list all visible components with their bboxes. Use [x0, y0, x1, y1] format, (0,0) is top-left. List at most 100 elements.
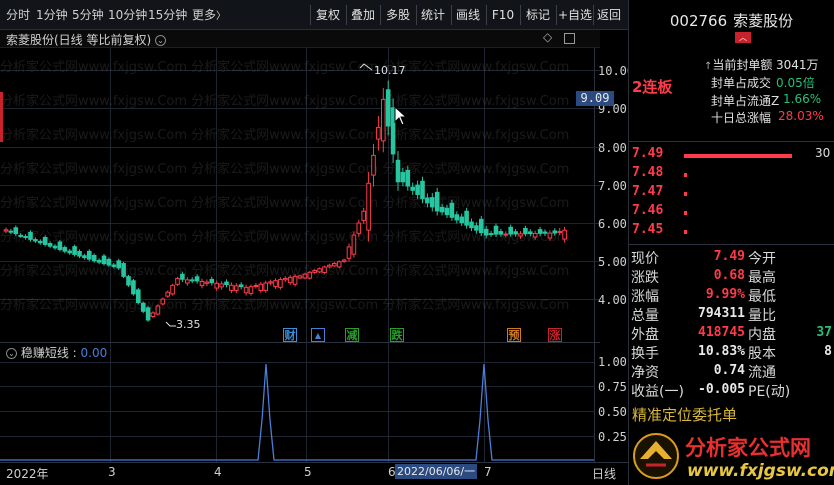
candle-body [371, 154, 376, 176]
candle-body [297, 275, 303, 279]
quote-label: 最低 [748, 289, 776, 305]
candle-body [96, 259, 102, 263]
ten-day-label: 十日总涨幅 [711, 111, 772, 125]
candle-body [33, 239, 38, 242]
candle-body [488, 233, 494, 236]
period-label[interactable]: 日线 [592, 465, 616, 482]
candle-body [381, 98, 386, 142]
signal-rise[interactable]: 涨 [548, 328, 562, 342]
indicator-level: 0.50 [598, 405, 627, 419]
draw-line-button[interactable]: 画线 [454, 4, 482, 26]
candle-body [67, 250, 73, 254]
candle-body [238, 284, 244, 288]
candle-body [204, 281, 210, 284]
candle-body [395, 159, 401, 183]
signal-triangle[interactable]: ▲ [311, 328, 325, 342]
candle-body [405, 169, 411, 187]
tab-10min[interactable]: 10分钟 [108, 0, 147, 30]
candle-body [263, 282, 268, 291]
candle-body [229, 284, 234, 291]
high-price-mark: 10.17 [374, 64, 406, 77]
candle-body [356, 222, 362, 234]
candle-body [552, 230, 558, 234]
quote-value: 37 [816, 325, 832, 340]
candle-body [420, 180, 425, 200]
quote-value: 8 [824, 344, 832, 359]
candle-body [508, 226, 513, 235]
candle-body [493, 225, 499, 235]
candle-body [106, 258, 112, 266]
candlestick-chart[interactable] [0, 48, 600, 340]
quote-value: 10.83% [698, 344, 745, 359]
candle-body [332, 263, 337, 267]
stock-code: 002766 [669, 12, 728, 30]
candle-body [160, 298, 166, 305]
signal-reduce[interactable]: 减 [345, 328, 359, 342]
tab-1min[interactable]: 1分钟 [36, 0, 68, 30]
tab-5min[interactable]: 5分钟 [72, 0, 104, 30]
tab-intraday[interactable]: 分时 [6, 0, 30, 30]
candle-body [23, 235, 28, 238]
logo-emblem-icon [633, 433, 679, 479]
low-price-mark: 3.35 [176, 318, 201, 331]
candle-body [121, 263, 126, 277]
quote-table: 现价 7.49 今开 涨跌 0.68 最高 涨幅 9.99% 最低 总量 794311 量比 外盘 418… [629, 247, 834, 400]
signal-fall[interactable]: 跌 [390, 328, 404, 342]
diamond-icon[interactable]: ◇ [543, 30, 552, 44]
seal-float-ratio: 1.66% [783, 92, 822, 106]
candle-body [219, 283, 224, 288]
candle-body [248, 286, 254, 294]
signal-forecast[interactable]: 预 [507, 328, 521, 342]
candle-body [140, 302, 146, 312]
mark-button[interactable]: 标记 [524, 4, 552, 26]
bid-price: 7.49 [632, 146, 664, 161]
tab-15min[interactable]: 15分钟 [148, 0, 187, 30]
candle-body [366, 182, 371, 231]
f10-button[interactable]: F10 [490, 4, 516, 26]
quote-label: 股本 [748, 346, 776, 362]
quote-value: 9.99% [705, 287, 745, 302]
chart-title: 索菱股份(日线 等比前复权) ⌄ [6, 31, 167, 48]
collapse-icon[interactable]: ︿ [735, 32, 751, 43]
back-button[interactable]: 返回 [595, 4, 623, 26]
quote-label: 现价 [631, 251, 659, 267]
candle-body [434, 191, 440, 212]
add-watchlist-button[interactable]: +自选 [558, 4, 592, 26]
candle-body [82, 255, 87, 259]
candle-body [209, 278, 215, 284]
candle-body [537, 229, 543, 234]
quote-value: 7.49 [713, 249, 745, 264]
high-mark-line [359, 63, 373, 71]
statistics-button[interactable]: 统计 [419, 4, 447, 26]
candle-body [126, 276, 131, 286]
quote-label: 总量 [631, 308, 659, 324]
restore-rights-button[interactable]: 复权 [314, 4, 342, 26]
candle-body [77, 251, 82, 257]
quote-label: 最高 [748, 270, 776, 286]
candle-body [341, 259, 347, 262]
signal-finance[interactable]: 财 [283, 328, 297, 342]
date-label: 7 [484, 465, 492, 479]
candle-body [336, 261, 342, 268]
candle-body [131, 280, 136, 295]
maximize-icon[interactable] [564, 33, 575, 44]
candle-body [101, 255, 107, 265]
date-label: 2022年 [6, 467, 49, 481]
tab-more[interactable]: 更多〉 [192, 0, 226, 30]
candle-body [376, 126, 381, 140]
limit-up-count: 2连板 [632, 78, 673, 96]
candle-body [42, 236, 48, 245]
bid-volume-bar [684, 192, 687, 196]
candle-body [175, 277, 180, 285]
indicator-line-chart[interactable] [0, 342, 594, 462]
cursor-date-tag: 2022/06/06/一 [395, 464, 478, 479]
chevron-down-icon[interactable]: ⌄ [155, 35, 167, 46]
seal-trade-ratio: 0.05倍 [776, 76, 815, 90]
candle-body [52, 245, 58, 249]
stock-header: 002766 索菱股份 [629, 10, 834, 31]
candle-body [513, 231, 518, 235]
multi-stock-button[interactable]: 多股 [384, 4, 412, 26]
candle-body [199, 281, 205, 287]
seal-amount-label: ↑当前封单额 [704, 58, 773, 72]
overlay-button[interactable]: 叠加 [349, 4, 377, 26]
